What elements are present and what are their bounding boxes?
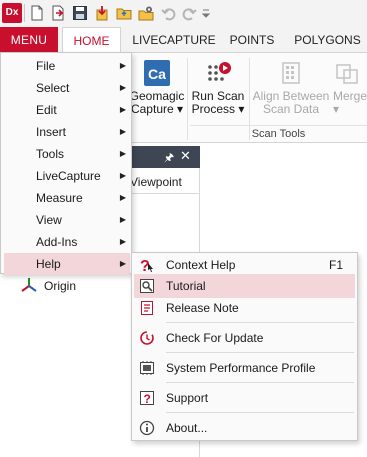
merge-icon <box>336 64 358 84</box>
run-scan-process-button[interactable]: Run Scan Process ▾ <box>189 59 247 116</box>
help-item-check-for-update[interactable]: Check For Update <box>134 326 355 350</box>
tutorial-icon <box>140 279 154 293</box>
tab-polygons[interactable]: POLYGONS <box>290 27 365 53</box>
menu-item-select[interactable]: Select ▶ <box>4 77 130 99</box>
menu-item-view[interactable]: View ▶ <box>4 209 130 231</box>
help-item-label: Tutorial <box>166 279 206 293</box>
submenu-arrow-icon: ▶ <box>119 149 126 158</box>
help-item-system-performance-profile[interactable]: System Performance Profile <box>134 356 355 380</box>
submenu-arrow-icon: ▶ <box>119 105 126 114</box>
redo-icon[interactable] <box>181 5 197 21</box>
open-document-icon[interactable] <box>50 5 66 21</box>
settings-folder-icon[interactable] <box>138 5 154 21</box>
menu-item-add-ins[interactable]: Add-Ins ▶ <box>4 231 130 253</box>
help-submenu: ? Context Help F1 Tutorial Release Note … <box>131 252 358 441</box>
submenu-arrow-icon: ▶ <box>119 237 126 246</box>
menu-item-tools[interactable]: Tools ▶ <box>4 143 130 165</box>
svg-text:Ca: Ca <box>148 66 166 82</box>
menu-separator <box>166 352 354 353</box>
help-item-label: System Performance Profile <box>166 361 316 375</box>
app-logo[interactable]: Dx <box>2 3 22 23</box>
ribbon-group-separator <box>187 58 188 140</box>
help-item-label: Release Note <box>166 301 239 315</box>
menu-button[interactable]: MENU <box>0 27 58 53</box>
submenu-arrow-icon: ▶ <box>119 171 126 180</box>
submenu-arrow-icon: ▶ <box>119 215 126 224</box>
run-scan-label-2: Process ▾ <box>191 102 245 116</box>
pin-icon[interactable]: 🖈 <box>164 149 174 168</box>
menu-item-insert[interactable]: Insert ▶ <box>4 121 130 143</box>
menu-item-label: Tools <box>36 147 65 161</box>
submenu-arrow-icon: ▶ <box>119 193 126 202</box>
menu-item-file[interactable]: File ▶ <box>4 55 130 77</box>
align-scan-data-icon <box>282 62 300 84</box>
tab-livecapture[interactable]: LIVECAPTURE <box>128 27 220 53</box>
submenu-arrow-icon: ▶ <box>119 259 126 268</box>
origin-axes-icon <box>21 278 37 292</box>
toolbar-divider <box>24 4 25 22</box>
geomagic-capture-label-2: Capture ▾ <box>130 102 184 116</box>
menu-item-livecapture[interactable]: LiveCapture ▶ <box>4 165 130 187</box>
performance-profile-icon <box>140 361 154 375</box>
merge-label-2: ▾ <box>333 102 340 116</box>
svg-text:?: ? <box>144 392 151 406</box>
divider <box>130 193 200 194</box>
help-item-label: About... <box>166 421 208 435</box>
customize-dropdown-icon[interactable] <box>201 5 211 21</box>
context-help-icon: ? <box>140 258 153 273</box>
undo-icon[interactable] <box>161 5 177 21</box>
support-icon: ? <box>140 391 154 406</box>
new-document-icon[interactable] <box>29 5 45 21</box>
tab-points[interactable]: POINTS <box>222 27 282 53</box>
tab-home[interactable]: HOME <box>62 27 121 54</box>
submenu-arrow-icon: ▶ <box>119 127 126 136</box>
check-update-icon <box>140 331 154 345</box>
menu-item-label: LiveCapture <box>36 169 101 183</box>
help-item-label: Check For Update <box>166 331 264 345</box>
menu-item-help[interactable]: Help ▶ <box>4 253 130 275</box>
menu-item-label: Edit <box>36 103 57 117</box>
help-item-release-note[interactable]: Release Note <box>134 296 355 320</box>
about-icon <box>139 420 155 436</box>
help-item-about[interactable]: About... <box>134 416 355 440</box>
menu-item-measure[interactable]: Measure ▶ <box>4 187 130 209</box>
menu-item-label: Insert <box>36 125 67 139</box>
help-item-label: Support <box>166 391 209 405</box>
ribbon-tab-bar: MENU HOME LIVECAPTURE POINTS POLYGONS <box>0 27 367 54</box>
menu-separator <box>166 322 354 323</box>
close-icon[interactable]: ✕ <box>180 148 191 164</box>
submenu-arrow-icon: ▶ <box>119 83 126 92</box>
help-item-label: Context Help <box>166 258 236 272</box>
ca-capture-icon: Ca <box>144 60 170 86</box>
save-icon[interactable] <box>72 5 88 21</box>
run-scan-process-icon <box>208 62 231 81</box>
main-menu: File ▶ Select ▶ Edit ▶ Insert ▶ Tools ▶ LiveC… <box>0 52 132 275</box>
ribbon-group-label-scan-tools: Scan Tools <box>190 125 367 142</box>
import-icon[interactable] <box>94 5 110 21</box>
merge-button[interactable]: Merge ▾ <box>333 59 367 116</box>
release-note-icon <box>141 301 153 315</box>
menu-separator <box>166 382 354 383</box>
menu-item-label: Help <box>36 257 61 271</box>
menu-separator <box>166 412 354 413</box>
submenu-arrow-icon: ▶ <box>119 61 126 70</box>
quick-access-toolbar: Dx <box>0 0 367 27</box>
menu-item-label: Add-Ins <box>36 235 78 249</box>
align-between-scan-data-button[interactable]: Align Between Scan Data <box>252 59 330 116</box>
origin-label: Origin <box>44 279 77 293</box>
menu-item-label: Measure <box>36 191 83 205</box>
geomagic-capture-button[interactable]: Ca Geomagic Capture ▾ <box>128 59 186 116</box>
menu-item-label: File <box>36 59 56 73</box>
menu-item-edit[interactable]: Edit ▶ <box>4 99 130 121</box>
menu-item-label: Select <box>36 81 70 95</box>
help-item-tutorial[interactable]: Tutorial <box>134 274 355 298</box>
open-folder-icon[interactable] <box>116 5 132 21</box>
help-item-support[interactable]: ? Support <box>134 386 355 410</box>
viewpoint-label[interactable]: Viewpoint <box>130 175 182 189</box>
align-label-2: Scan Data <box>262 102 320 116</box>
menu-item-label: View <box>36 213 62 227</box>
